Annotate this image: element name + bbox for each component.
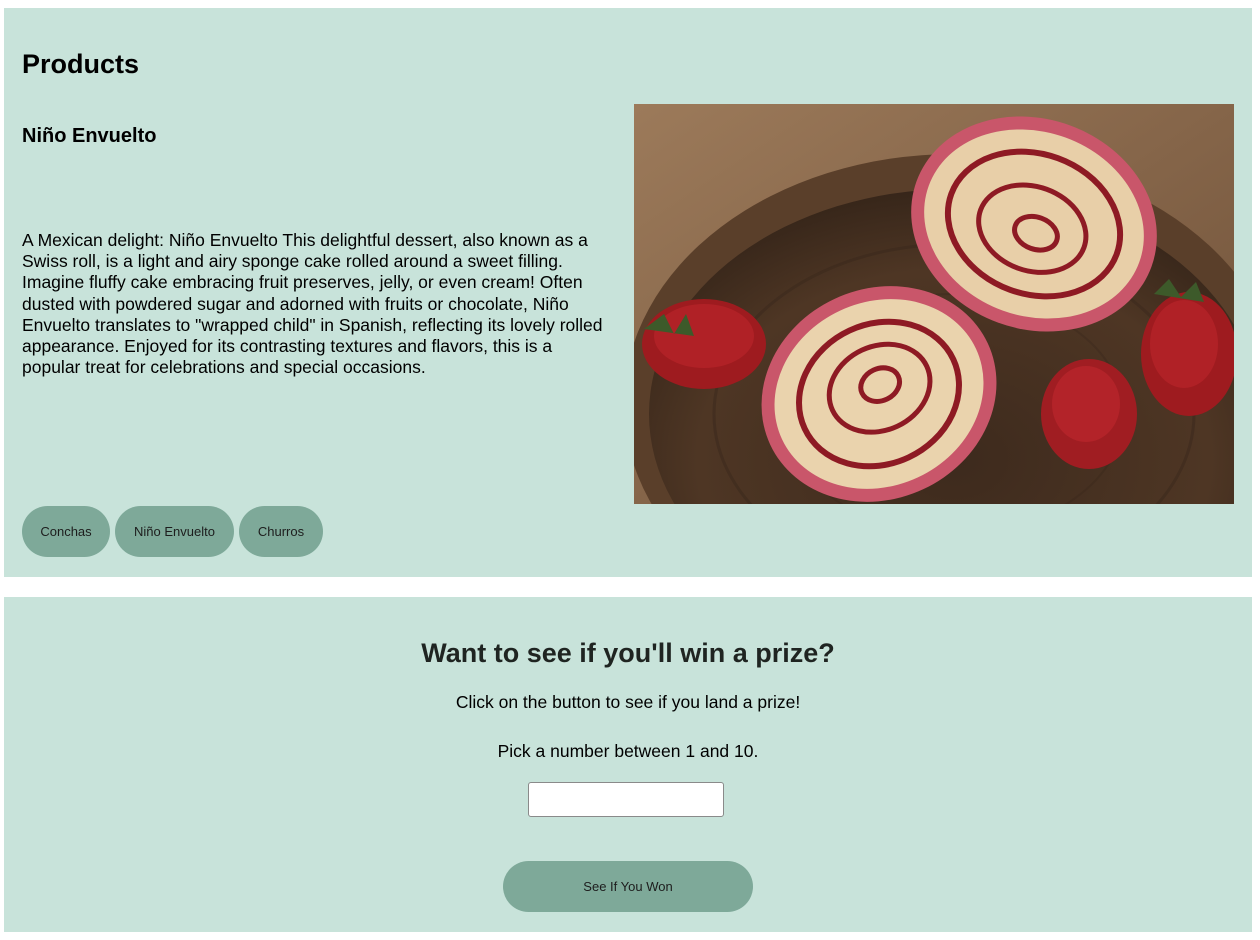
pick-number-prompt: Pick a number between 1 and 10. — [497, 741, 759, 761]
product-description: A Mexican delight: Niño Envuelto This de… — [22, 230, 603, 378]
tab-nino-envuelto[interactable]: Niño Envuelto — [115, 506, 234, 557]
product-name: Niño Envuelto — [22, 125, 157, 147]
tab-conchas[interactable]: Conchas — [22, 506, 110, 557]
prize-instruction: Click on the button to see if you land a… — [455, 692, 801, 712]
product-image — [634, 104, 1234, 504]
products-heading: Products — [22, 49, 140, 79]
prize-heading: Want to see if you'll win a prize? — [421, 638, 835, 668]
products-section: Products Niño Envuelto A Mexican delight… — [4, 8, 1252, 577]
see-if-you-won-button[interactable]: See If You Won — [503, 861, 753, 912]
prize-section: Want to see if you'll win a prize? Click… — [4, 597, 1252, 932]
number-input[interactable] — [528, 782, 724, 817]
swiss-roll-photo — [634, 104, 1234, 504]
tab-churros[interactable]: Churros — [239, 506, 323, 557]
